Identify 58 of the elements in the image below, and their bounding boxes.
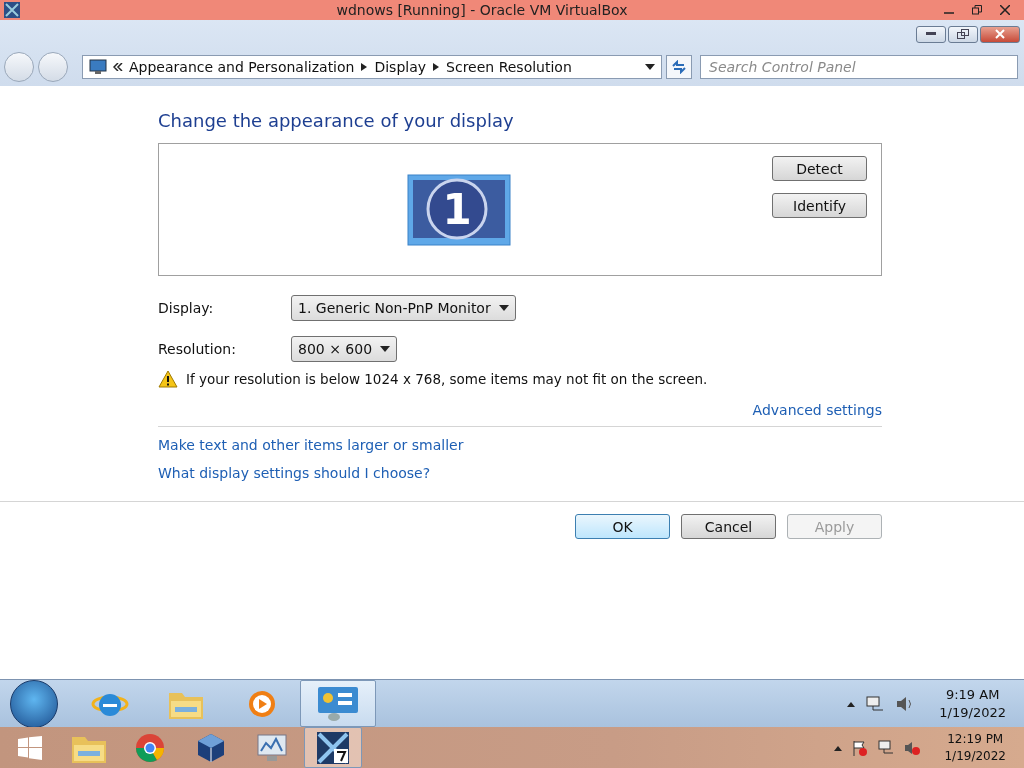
- close-button[interactable]: [980, 25, 1020, 43]
- minimize-icon: [926, 32, 936, 36]
- search-field[interactable]: Search Control Panel: [700, 55, 1018, 79]
- field-label: Resolution:: [158, 341, 237, 357]
- refresh-icon: [671, 60, 687, 74]
- close-icon: [995, 29, 1005, 39]
- dialog-button[interactable]: Cancel: [681, 514, 776, 539]
- refresh-button[interactable]: [666, 55, 692, 79]
- warning-icon: [158, 370, 178, 388]
- flag-icon[interactable]: [852, 739, 869, 756]
- clock-date: 1/19/2022: [939, 703, 1006, 722]
- address-bar[interactable]: Appearance and Personalization Display Screen Resolution: [82, 55, 662, 79]
- warning-text: If your resolution is below 1024 x 768, some items may not fit on the screen.: [186, 371, 708, 387]
- chrome-icon: [134, 731, 166, 764]
- window-title: wdnows [Running] - Oracle VM VirtualBox: [335, 2, 629, 18]
- monitor-icon: [89, 59, 107, 75]
- page-heading: Change the appearance of your display: [158, 110, 515, 131]
- start-button[interactable]: [10, 679, 58, 728]
- dropdown-field[interactable]: 800 × 600: [291, 336, 398, 362]
- cube-icon: [196, 731, 226, 764]
- dropdown-field[interactable]: 1. Generic Non-PnP Monitor: [291, 295, 516, 321]
- play-icon: [247, 688, 277, 719]
- chevron-right-icon: [360, 62, 369, 72]
- network-icon[interactable]: [865, 694, 886, 713]
- dropdown-arrow-icon: [498, 305, 509, 311]
- dropdown-arrow-icon: [380, 346, 391, 352]
- muted-speaker-icon[interactable]: [904, 739, 921, 756]
- dialog-button[interactable]: OK: [575, 514, 670, 539]
- display-settings-icon: [316, 684, 360, 723]
- monitor-action-button[interactable]: Detect: [772, 156, 867, 181]
- monitor-action-button[interactable]: Identify: [772, 193, 867, 218]
- clock-time: 12:19 PM: [947, 731, 1004, 748]
- taskbar-item[interactable]: [304, 727, 362, 768]
- clock-time: 9:19 AM: [945, 685, 1000, 704]
- virtualbox-icon: [4, 2, 20, 18]
- tray-arrow-icon[interactable]: [834, 744, 843, 751]
- close-icon[interactable]: [1000, 5, 1010, 15]
- help-link[interactable]: Make text and other items larger or smaller: [158, 437, 464, 453]
- windows-vm-icon: [316, 730, 350, 765]
- clock-date: 1/19/2022: [944, 747, 1006, 764]
- double-chevron-icon: [113, 63, 123, 71]
- tray-arrow-icon[interactable]: [847, 700, 856, 707]
- breadcrumb[interactable]: Appearance and Personalization: [129, 59, 355, 75]
- restore-button[interactable]: [948, 25, 978, 43]
- network-icon[interactable]: [878, 739, 895, 756]
- dropdown-arrow-icon: [645, 64, 655, 70]
- monitor-number-icon[interactable]: 1: [407, 174, 511, 246]
- advanced-settings-link[interactable]: Advanced settings: [752, 402, 882, 418]
- minimize-button[interactable]: [916, 25, 946, 43]
- restore-icon: [957, 29, 969, 39]
- field-label: Display:: [158, 300, 215, 316]
- breadcrumb[interactable]: Screen Resolution: [446, 59, 572, 75]
- windows-logo-icon[interactable]: [18, 735, 42, 760]
- breadcrumb[interactable]: Display: [374, 59, 427, 75]
- chart-monitor-icon: [255, 732, 289, 763]
- chevron-right-icon: [432, 62, 441, 72]
- restore-icon[interactable]: [972, 5, 982, 15]
- help-link[interactable]: What display settings should I choose?: [158, 465, 431, 481]
